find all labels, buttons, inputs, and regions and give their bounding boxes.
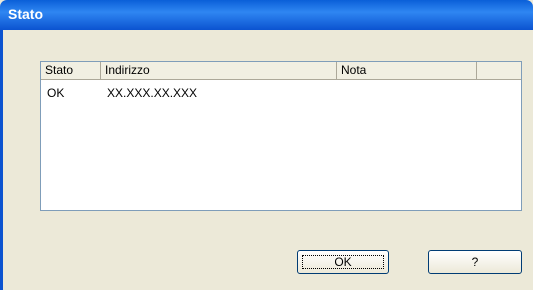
column-header-empty[interactable] (477, 62, 521, 80)
status-list[interactable]: Stato Indirizzo Nota OK XX.XXX.XX.XXX (40, 61, 522, 211)
window-frame (0, 30, 3, 290)
row-stato: OK (47, 86, 65, 100)
title-bar[interactable]: Stato (0, 0, 533, 30)
column-header-indirizzo[interactable]: Indirizzo (101, 62, 337, 80)
row-indirizzo: XX.XXX.XX.XXX (107, 86, 198, 100)
help-button[interactable]: ? (428, 250, 522, 274)
status-dialog: Stato Stato Indirizzo Nota OK XX.XXX.XX.… (0, 0, 533, 290)
column-header-stato[interactable]: Stato (41, 62, 101, 80)
window-title: Stato (8, 6, 43, 22)
focus-rectangle (302, 255, 384, 269)
column-header-nota[interactable]: Nota (337, 62, 477, 80)
help-button-label: ? (471, 255, 479, 269)
ok-button[interactable]: OK (297, 250, 389, 274)
list-header: Stato Indirizzo Nota (41, 62, 521, 80)
